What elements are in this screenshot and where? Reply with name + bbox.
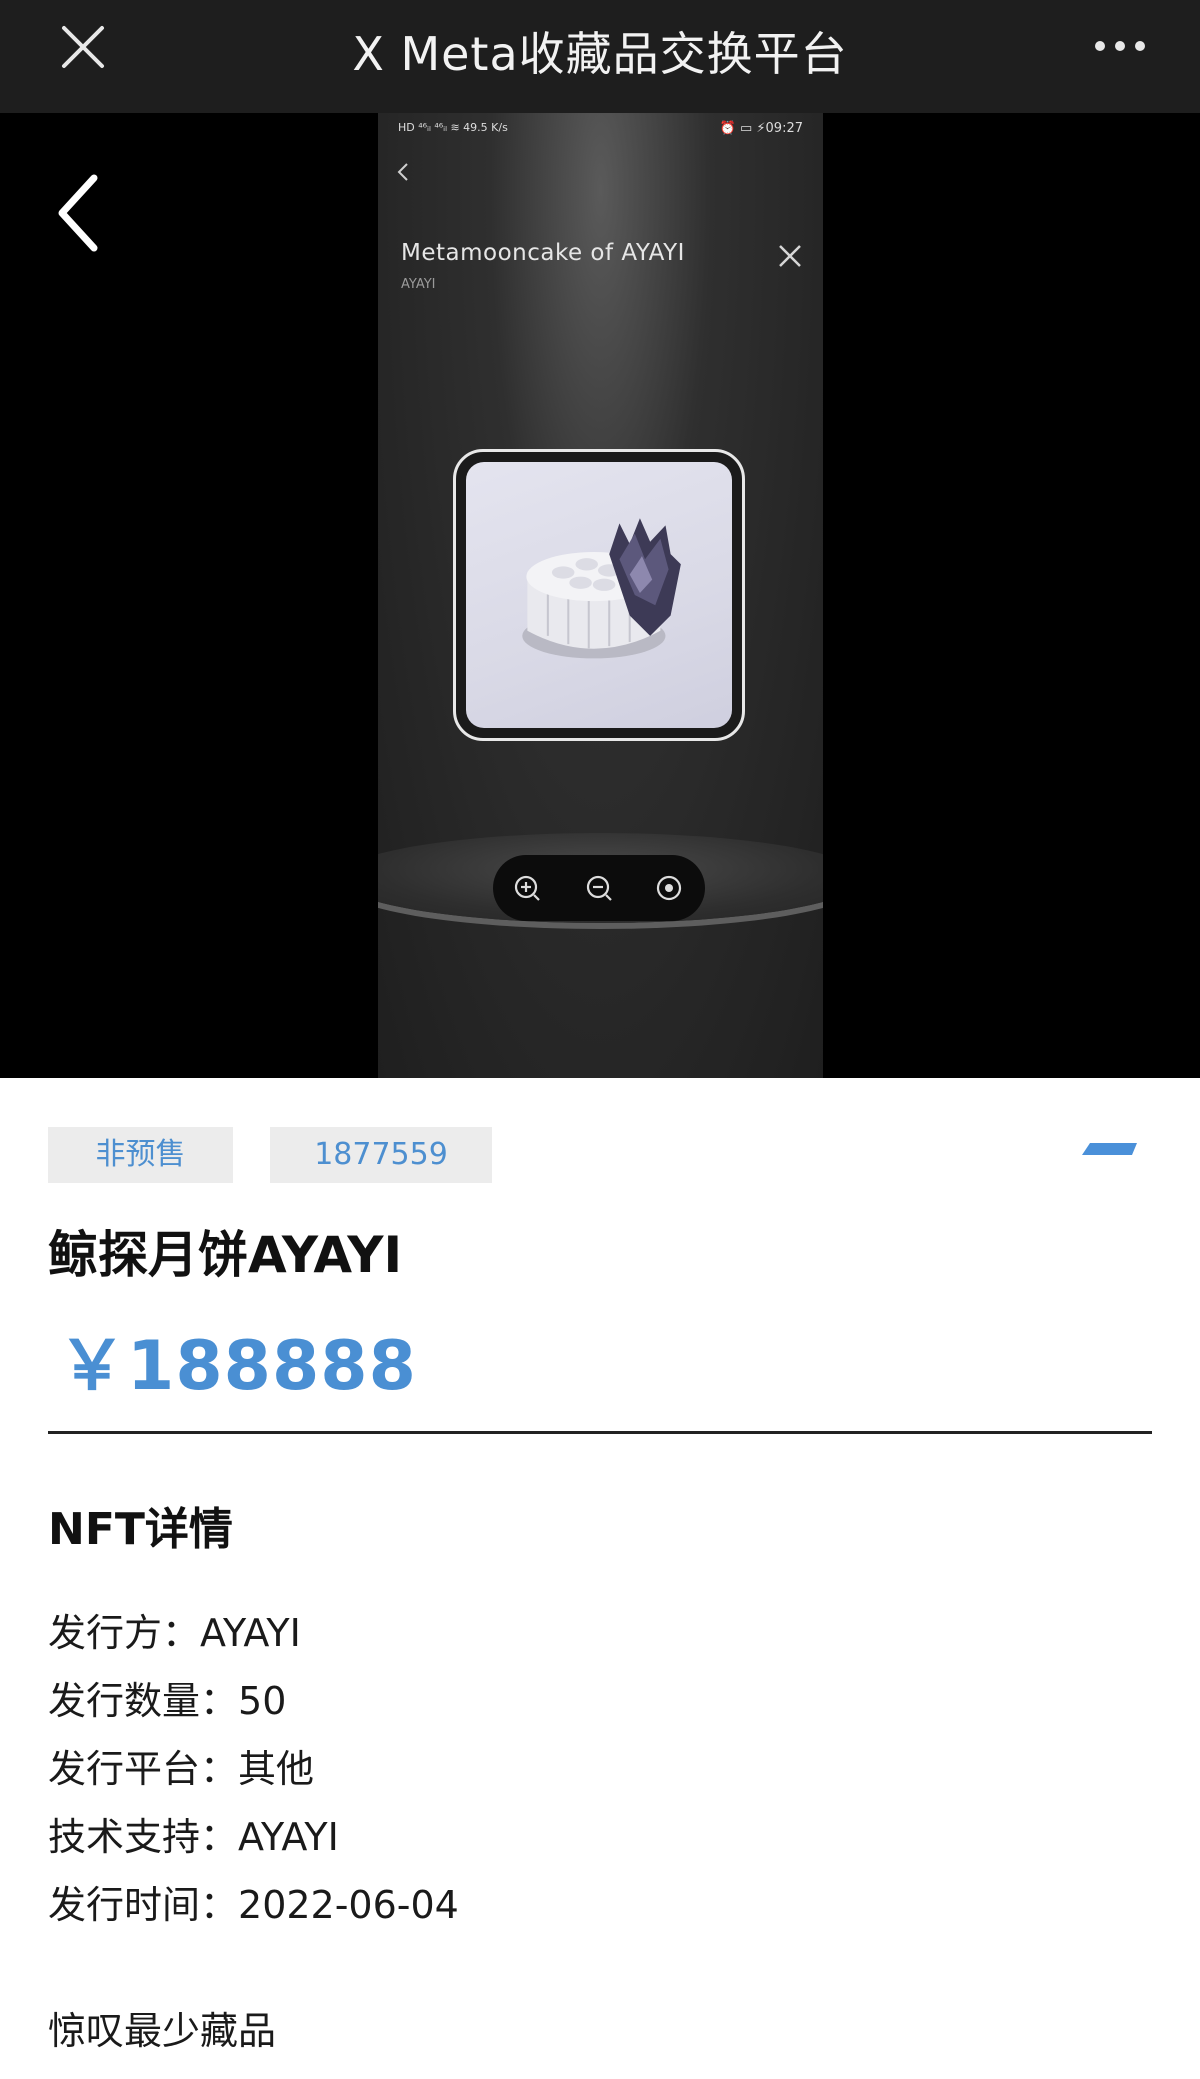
phone-status-bar: HD ⁴⁶ᵢₗ ⁴⁶ᵢₗ ≋ 49.5 K/s ⏰ ▭ ⚡09:27 — [398, 119, 803, 141]
detail-value: AYAYI — [238, 1815, 339, 1859]
details-list: 发行方：AYAYI 发行数量：50 发行平台：其他 技术支持：AYAYI 发行时… — [48, 1606, 459, 1946]
detail-value: 2022-06-04 — [238, 1883, 459, 1927]
mooncake-image — [522, 518, 681, 659]
product-price: ￥188888 — [58, 1327, 417, 1406]
zoom-out-icon[interactable] — [585, 874, 613, 902]
detail-label: 技术支持： — [48, 1815, 239, 1859]
detail-row-platform: 发行平台：其他 — [48, 1742, 459, 1810]
detail-value: 其他 — [238, 1747, 315, 1791]
detail-label: 发行数量： — [48, 1679, 239, 1723]
id-tag: 1877559 — [270, 1127, 492, 1183]
reset-view-icon[interactable] — [655, 874, 683, 902]
detail-label: 发行平台： — [48, 1747, 239, 1791]
detail-value: AYAYI — [200, 1611, 301, 1655]
detail-value: 50 — [238, 1679, 287, 1723]
detail-row-quantity: 发行数量：50 — [48, 1674, 459, 1742]
page-title: X Meta收藏品交换平台 — [352, 27, 848, 81]
piece-title: Metamooncake of AYAYI — [401, 240, 685, 266]
zoom-controls — [493, 855, 705, 921]
phone-close-icon[interactable] — [777, 243, 803, 269]
detail-label: 发行时间： — [48, 1883, 239, 1927]
more-dots-icon[interactable] — [1092, 34, 1148, 58]
status-right: ⏰ ▭ ⚡09:27 — [719, 121, 803, 136]
product-name: 鲸探月饼AYAYI — [48, 1226, 403, 1284]
details-heading: NFT详情 — [48, 1504, 233, 1555]
zoom-in-icon[interactable] — [513, 874, 541, 902]
presale-tag: 非预售 — [48, 1127, 233, 1183]
description-text: 惊叹最少藏品 — [48, 2009, 277, 2053]
detail-row-issue-date: 发行时间：2022-06-04 — [48, 1878, 459, 1946]
detail-row-tech-support: 技术支持：AYAYI — [48, 1810, 459, 1878]
detail-label: 发行方： — [48, 1611, 201, 1655]
top-nav-bar: X Meta收藏品交换平台 — [0, 0, 1200, 113]
scroll-indicator — [1082, 1143, 1137, 1155]
phone-back-icon[interactable] — [396, 161, 410, 183]
nft-artwork — [466, 462, 732, 728]
chevron-left-icon[interactable] — [50, 168, 110, 258]
status-left: HD ⁴⁶ᵢₗ ⁴⁶ᵢₗ ≋ 49.5 K/s — [398, 121, 508, 134]
piece-subtitle: AYAYI — [401, 277, 436, 292]
media-viewer: HD ⁴⁶ᵢₗ ⁴⁶ᵢₗ ≋ 49.5 K/s ⏰ ▭ ⚡09:27 Metam… — [0, 113, 1200, 1155]
phone-screenshot: HD ⁴⁶ᵢₗ ⁴⁶ᵢₗ ≋ 49.5 K/s ⏰ ▭ ⚡09:27 Metam… — [378, 113, 823, 1078]
divider — [48, 1431, 1152, 1434]
nft-frame[interactable] — [453, 449, 745, 741]
detail-row-issuer: 发行方：AYAYI — [48, 1606, 459, 1674]
